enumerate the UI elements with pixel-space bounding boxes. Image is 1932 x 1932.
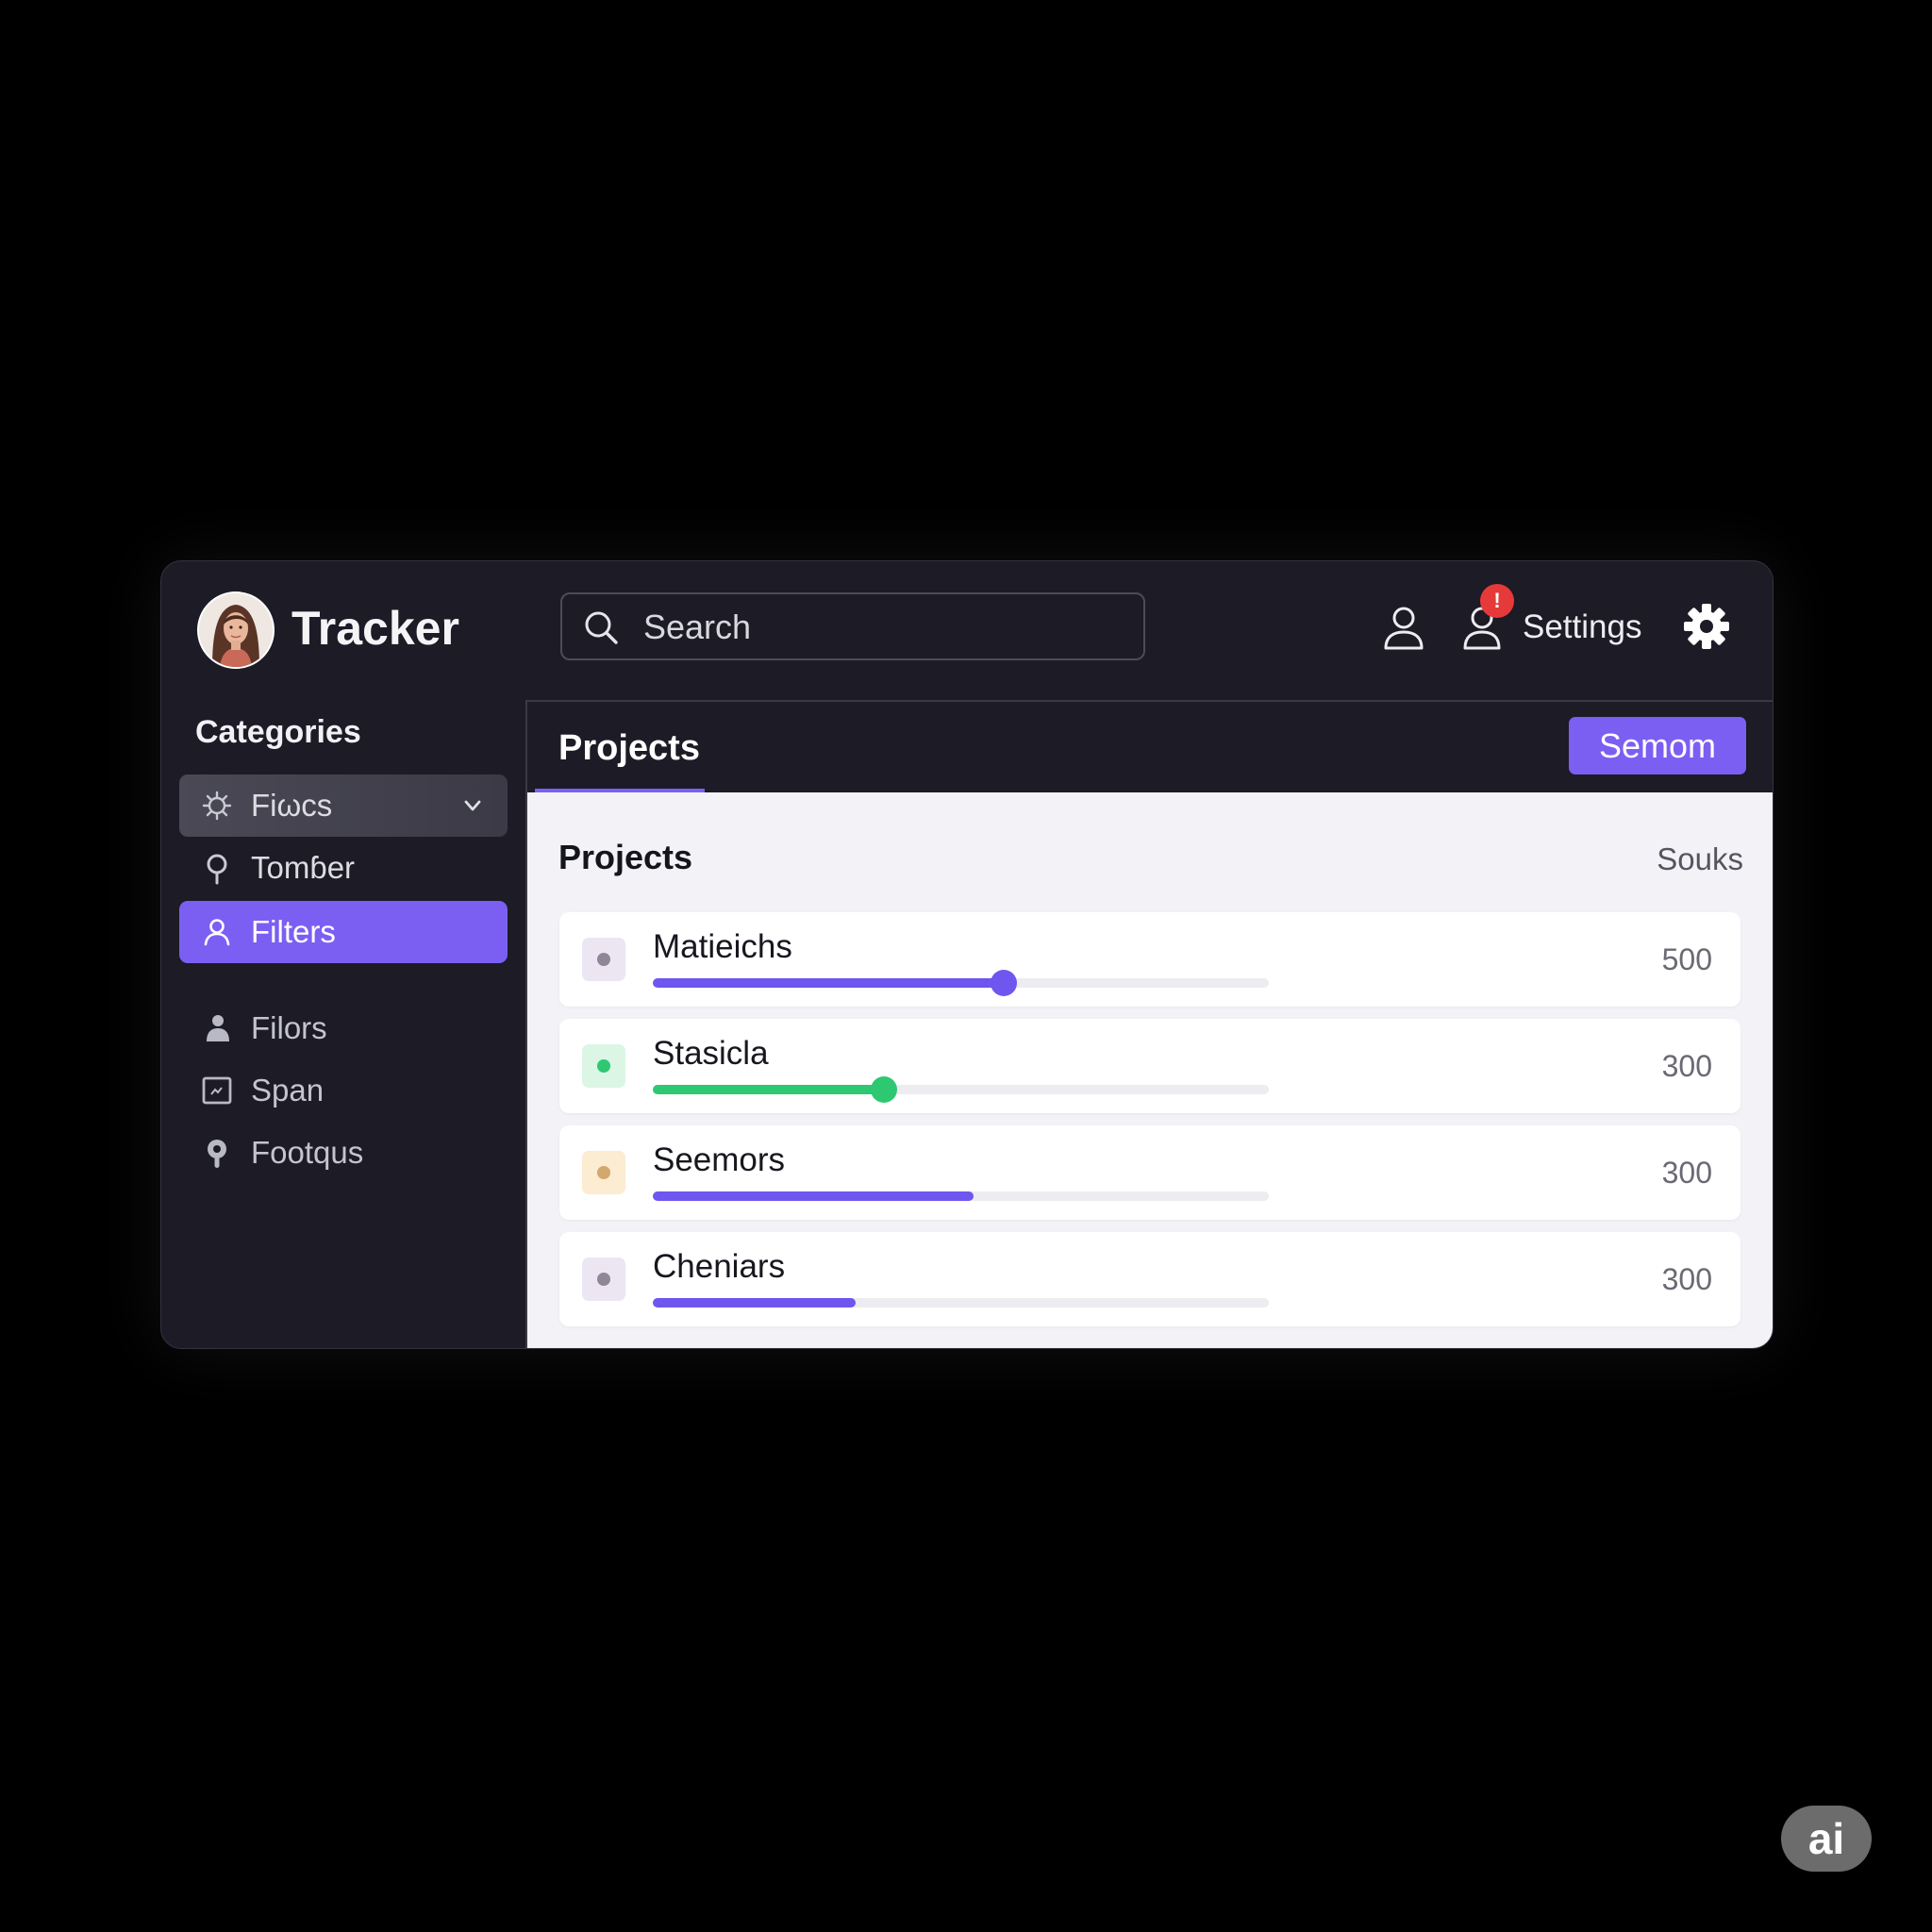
search-bar[interactable]	[560, 592, 1145, 660]
sidebar-item-label: Tomɓer	[251, 850, 356, 885]
pin-icon	[207, 854, 227, 885]
sidebar-item-span[interactable]: Span	[179, 1059, 508, 1122]
main-panel: Projects Semom Projects Souks Matieichs …	[525, 700, 1773, 1348]
status-dot-icon	[582, 1044, 625, 1088]
progress-bar	[653, 1191, 1269, 1201]
progress-fill	[653, 1298, 857, 1307]
user-icon[interactable]	[1382, 606, 1425, 651]
progress-fill	[653, 1191, 974, 1201]
sidebar-item-label: Filters	[251, 914, 336, 949]
settings-link[interactable]: Settings	[1523, 608, 1641, 646]
notification-badge: !	[1480, 584, 1514, 618]
progress-slider[interactable]	[653, 1076, 1269, 1103]
list-item[interactable]: Seemors 300	[559, 1125, 1740, 1220]
search-icon	[585, 611, 618, 644]
row-value: 500	[1661, 942, 1712, 976]
sidebar-item-filters[interactable]: Filters	[179, 901, 508, 963]
status-dot-icon	[582, 1151, 625, 1194]
sidebar-item-label: Span	[251, 1073, 325, 1108]
sidebar-item-footqus[interactable]: Footqus	[179, 1122, 508, 1184]
list-item[interactable]: Matieichs 500	[559, 912, 1740, 1007]
avatar[interactable]	[197, 591, 275, 669]
users-icon	[207, 1015, 229, 1041]
image-icon	[202, 1076, 232, 1105]
projects-content: Projects Souks Matieichs 500 Stasicla 30…	[527, 792, 1773, 1348]
slider-knob[interactable]	[991, 970, 1018, 996]
row-value: 300	[1661, 1262, 1712, 1296]
row-value: 300	[1661, 1156, 1712, 1190]
row-label: Stasicla	[653, 1035, 769, 1072]
sidebar-item-label: Fiωcs	[251, 788, 333, 823]
progress-fill	[653, 978, 1005, 988]
tab-bar: Projects Semom	[527, 702, 1773, 792]
status-dot-icon	[582, 938, 625, 981]
sidebar-title: Categories	[195, 714, 361, 750]
sidebar-item-label: Filors	[251, 1010, 327, 1045]
content-header-label[interactable]: Souks	[1657, 841, 1743, 877]
gear-outline-icon	[202, 791, 232, 821]
user-icon	[204, 919, 230, 946]
status-dot-icon	[582, 1257, 625, 1301]
gear-icon[interactable]	[1683, 603, 1730, 650]
slider-knob[interactable]	[870, 1076, 897, 1103]
tab-label: Projects	[558, 728, 700, 768]
row-value: 300	[1661, 1049, 1712, 1083]
sidebar-item-filors[interactable]: Filors	[179, 997, 508, 1059]
tab-projects[interactable]: Projects	[535, 702, 705, 792]
list-item[interactable]: Cheniars 300	[559, 1232, 1740, 1326]
chevron-down-icon[interactable]	[462, 795, 483, 816]
row-label: Matieichs	[653, 928, 792, 965]
app-title: Tracker	[291, 602, 459, 655]
row-label: Cheniars	[653, 1248, 786, 1285]
row-label: Seemors	[653, 1141, 786, 1178]
ai-watermark: ai	[1781, 1806, 1872, 1872]
sidebar-item-fiwcs[interactable]: Fiωcs	[179, 774, 508, 837]
search-input[interactable]	[641, 594, 1117, 660]
primary-button[interactable]: Semom	[1569, 717, 1746, 774]
content-title: Projects	[558, 838, 693, 876]
sidebar-item-label: Footqus	[251, 1135, 364, 1170]
progress-fill	[653, 1085, 884, 1094]
list-item[interactable]: Stasicla 300	[559, 1019, 1740, 1113]
location-pin-icon	[208, 1140, 226, 1168]
progress-bar	[653, 1298, 1269, 1307]
sidebar-item-tomber[interactable]: Tomɓer	[179, 837, 508, 899]
app-window: Tracker ! Settings Categories	[160, 560, 1774, 1349]
progress-slider[interactable]	[653, 970, 1269, 996]
